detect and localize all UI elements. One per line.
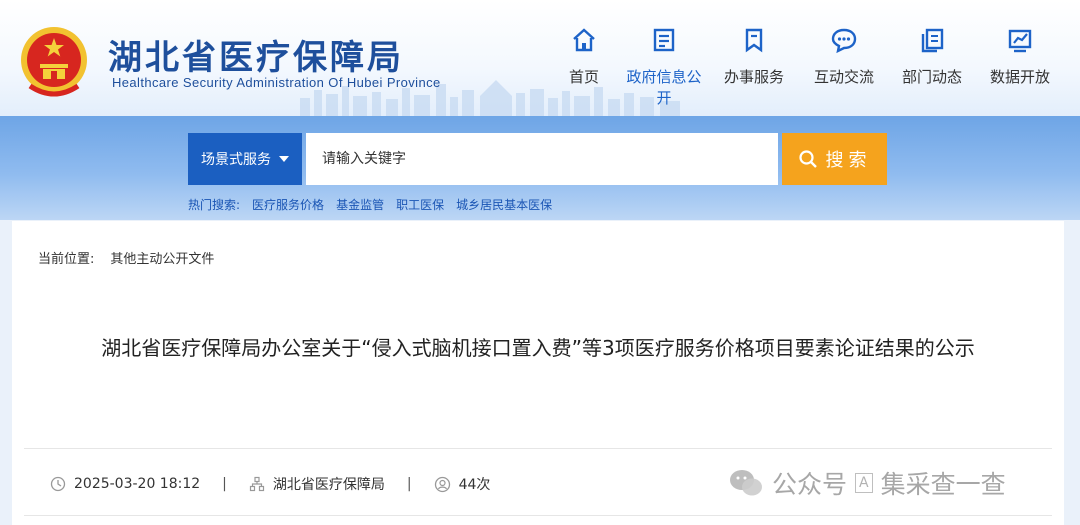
organization-icon [249,476,264,492]
nav-label: 部门动态 [901,68,962,86]
search-button[interactable]: 搜索 [782,133,887,185]
search-input[interactable] [306,133,778,185]
wechat-icon [730,470,762,496]
divider: | [406,476,412,492]
nav-interaction[interactable]: 互动交流 [800,22,888,92]
site-header: 湖北省医疗保障局 Healthcare Security Administrat… [0,0,1080,116]
breadcrumb: 当前位置: 其他主动公开文件 [38,248,214,267]
nav-label: 数据开放 [989,68,1050,86]
hot-search: 热门搜索: 医疗服务价格 基金监管 职工医保 城乡居民基本医保 [188,196,552,213]
divider: | [222,476,227,492]
site-subtitle: Healthcare Security Administration Of Hu… [112,75,441,90]
publish-date: 2025-03-20 18:12 [74,476,201,492]
nav-open-data[interactable]: 数据开放 [976,22,1064,92]
hot-search-link[interactable]: 职工医保 [396,196,444,213]
breadcrumb-label: 当前位置: [38,252,95,267]
article-title: 湖北省医疗保障局办公室关于“侵入式脑机接口置入费”等3项医疗服务价格项目要素论证… [101,336,975,360]
clock-icon [50,476,66,492]
document-icon [653,28,675,52]
nav-label: 办事服务 [723,68,784,86]
chart-icon [1008,29,1032,53]
user-icon [434,476,450,492]
scene-service-dropdown[interactable]: 场景式服务 [188,133,302,185]
hot-search-link[interactable]: 医疗服务价格 [252,196,324,213]
hot-search-link[interactable]: 基金监管 [336,196,384,213]
scene-service-label: 场景式服务 [201,152,271,168]
nav-services[interactable]: 办事服务 [710,22,798,92]
watermark-account: 集采查一查 [880,470,1006,499]
site-title: 湖北省医疗保障局 [108,38,404,78]
nav-department-news[interactable]: 部门动态 [888,22,976,92]
bookmark-icon [745,28,763,53]
nav-label: 互动交流 [813,68,874,86]
hot-search-link[interactable]: 城乡居民基本医保 [456,196,552,213]
view-count: 44次 [458,477,491,493]
article-meta: 2025-03-20 18:12 | 湖北省医疗保障局 | 44次 公众号 A … [24,448,1052,516]
wechat-watermark: 公众号 A 集采查一查 [728,465,1006,501]
search-icon [798,150,817,168]
main-nav: 首页 政府信息公开 办事服务 互动交流 部门动态 数据开放 [540,22,1080,107]
chat-icon [831,28,857,54]
article-panel: 当前位置: 其他主动公开文件 湖北省医疗保障局办公室关于“侵入式脑机接口置入费”… [12,221,1064,525]
watermark-badge: A [855,473,873,493]
nav-home[interactable]: 首页 [540,22,628,92]
breadcrumb-current[interactable]: 其他主动公开文件 [110,248,214,267]
caret-down-icon [279,156,289,162]
hot-search-label: 热门搜索: [188,198,241,212]
nav-government-info[interactable]: 政府信息公开 [620,22,708,107]
nav-label: 政府信息公开 [626,68,702,107]
copy-icon [921,28,944,53]
publisher: 湖北省医疗保障局 [272,477,385,493]
home-icon [573,28,595,52]
search-band: 场景式服务 搜索 热门搜索: 医疗服务价格 基金监管 职工医保 城乡居民基本医保 [0,116,1080,220]
watermark-text: 公众号 [772,470,848,499]
national-emblem-logo [21,27,87,97]
nav-label: 首页 [568,68,599,86]
search-button-label: 搜索 [825,150,872,171]
